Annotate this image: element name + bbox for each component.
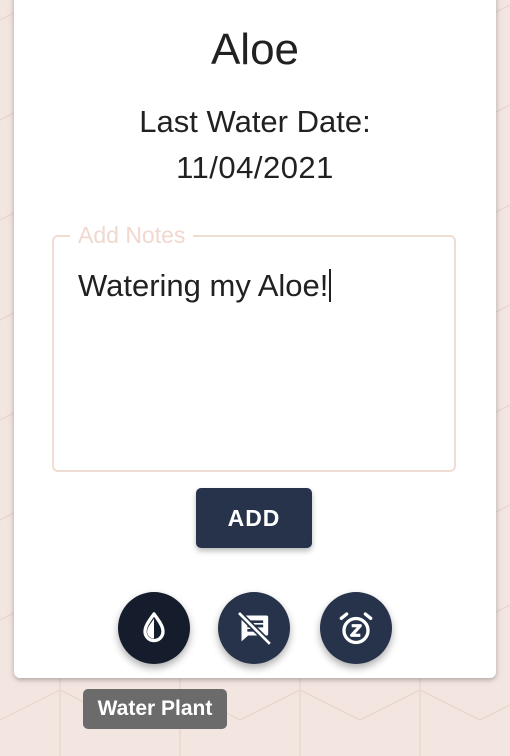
- snooze-alarm-icon: [339, 612, 373, 645]
- comment-off-icon: [236, 610, 272, 646]
- notes-toggle-button[interactable]: [218, 592, 290, 664]
- add-note-button[interactable]: ADD: [196, 488, 312, 548]
- last-water-label: Last Water Date:: [139, 104, 371, 139]
- notes-label: Add Notes: [70, 221, 194, 249]
- water-plant-button[interactable]: [118, 592, 190, 664]
- plant-name: Aloe: [210, 25, 300, 74]
- last-water-date: 11/04/2021: [176, 150, 334, 185]
- notes-value: Watering my Aloe!: [78, 268, 329, 303]
- notes-textarea[interactable]: Watering my Aloe!: [78, 267, 332, 305]
- plant-card: Aloe Last Water Date: 11/04/2021 Add Not…: [14, 0, 496, 678]
- water-drop-icon: [143, 612, 165, 643]
- snooze-button[interactable]: [320, 592, 392, 664]
- water-plant-tooltip: Water Plant: [83, 689, 227, 729]
- text-caret: [329, 269, 332, 302]
- notes-field[interactable]: Add Notes Watering my Aloe!: [52, 221, 456, 472]
